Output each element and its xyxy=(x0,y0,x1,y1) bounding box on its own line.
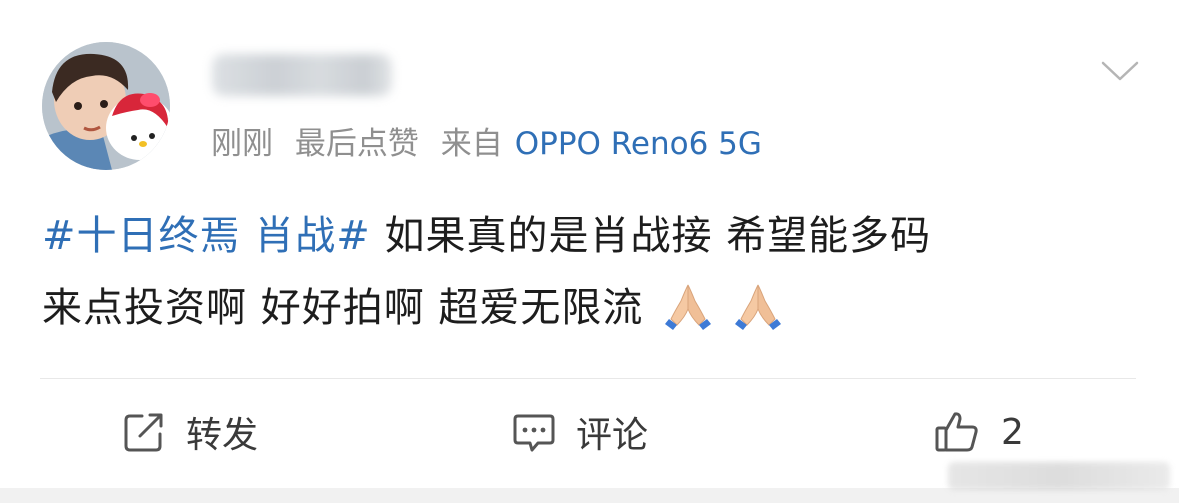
like-count: 2 xyxy=(1001,411,1024,453)
bottom-separator xyxy=(0,488,1179,503)
comment-label: 评论 xyxy=(576,415,649,456)
post-text-line2: 来点投资啊 好好拍啊 超爱无限流 xyxy=(42,285,644,331)
post-meta: 刚刚 最后点赞 来自 OPPO Reno6 5G xyxy=(211,122,762,166)
chevron-down-icon[interactable] xyxy=(1100,58,1140,84)
repost-label: 转发 xyxy=(186,415,259,456)
watermark-blurred xyxy=(948,462,1170,490)
post-text-line1: 如果真的是肖战接 希望能多码 xyxy=(370,213,932,259)
divider xyxy=(40,378,1136,379)
share-icon xyxy=(124,413,163,452)
hashtag-link[interactable]: #十日终焉 肖战# xyxy=(42,213,371,259)
post-time: 刚刚 xyxy=(211,126,273,162)
like-button[interactable]: 2 xyxy=(933,404,1024,460)
folded-hands-emoji xyxy=(734,284,781,330)
comment-icon xyxy=(513,414,555,452)
username-blurred[interactable] xyxy=(212,54,392,96)
thumbs-up-icon xyxy=(935,412,978,452)
comment-button[interactable]: 评论 xyxy=(512,404,648,460)
avatar-image xyxy=(42,42,170,170)
device-name[interactable]: OPPO Reno6 5G xyxy=(515,126,762,162)
folded-hands-emoji xyxy=(665,284,712,330)
avatar[interactable] xyxy=(42,42,170,170)
source-label: 来自 xyxy=(440,126,503,162)
last-liked-label: 最后点赞 xyxy=(294,126,419,162)
weibo-post-card: 刚刚 最后点赞 来自 OPPO Reno6 5G #十日终焉 肖战# 如果真的是肖… xyxy=(0,0,1179,503)
post-content: #十日终焉 肖战# 如果真的是肖战接 希望能多码 来点投资啊 好好拍啊 超爱无限… xyxy=(42,200,1152,344)
repost-button[interactable]: 转发 xyxy=(122,404,258,460)
